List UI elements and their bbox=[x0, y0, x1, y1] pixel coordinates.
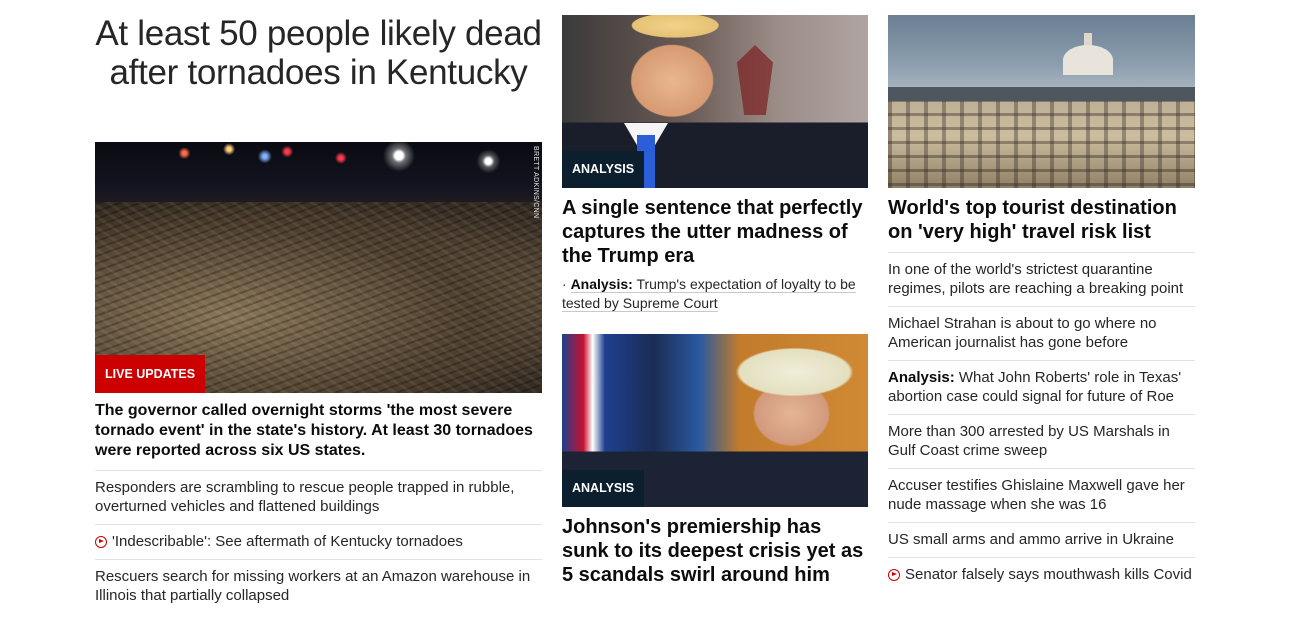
play-video-icon bbox=[888, 569, 900, 581]
right-link-pilots[interactable]: In one of the world's strictest quaranti… bbox=[888, 253, 1195, 307]
right-link-marshals[interactable]: More than 300 arrested by US Marshals in… bbox=[888, 415, 1195, 469]
right-headline-list: In one of the world's strictest quaranti… bbox=[888, 252, 1195, 592]
lead-summary[interactable]: The governor called overnight storms 'th… bbox=[95, 393, 542, 471]
right-link-strahan[interactable]: Michael Strahan is about to go where no … bbox=[888, 307, 1195, 361]
trump-sublink[interactable]: Analysis: Trump's expectation of loyalty… bbox=[562, 276, 856, 312]
right-link-ukraine[interactable]: US small arms and ammo arrive in Ukraine bbox=[888, 523, 1195, 558]
lead-link-text: Responders are scrambling to rescue peop… bbox=[95, 479, 515, 515]
lead-headline[interactable]: At least 50 people likely dead after tor… bbox=[95, 14, 542, 142]
right-link-text: Senator falsely says mouthwash kills Cov… bbox=[905, 566, 1192, 583]
lead-link-text: 'Indescribable': See aftermath of Kentuc… bbox=[112, 533, 463, 550]
lead-link-text: Rescuers search for missing workers at a… bbox=[95, 568, 531, 604]
johnson-analysis-card: ANALYSIS Johnson's premiership has sunk … bbox=[562, 334, 868, 587]
lead-story: At least 50 people likely dead after tor… bbox=[95, 14, 542, 613]
trump-headline[interactable]: A single sentence that perfectly capture… bbox=[562, 188, 868, 268]
middle-column: ANALYSIS A single sentence that perfectl… bbox=[562, 15, 868, 587]
trump-subheadline: · Analysis: Trump's expectation of loyal… bbox=[562, 275, 868, 313]
right-link-mouthwash-video[interactable]: Senator falsely says mouthwash kills Cov… bbox=[888, 558, 1195, 592]
live-updates-badge[interactable]: LIVE UPDATES bbox=[95, 354, 206, 393]
background-emblem bbox=[737, 45, 773, 115]
travel-risk-headline[interactable]: World's top tourist destination on 'very… bbox=[888, 188, 1195, 244]
analysis-badge[interactable]: ANALYSIS bbox=[562, 469, 645, 507]
bullet: · bbox=[562, 276, 571, 292]
right-link-roberts[interactable]: Analysis: What John Roberts' role in Tex… bbox=[888, 361, 1195, 415]
lead-link-rescue[interactable]: Responders are scrambling to rescue peop… bbox=[95, 471, 542, 525]
basilica-dome bbox=[1063, 45, 1113, 75]
image-credit: BRETT ADKINS/CNN bbox=[532, 146, 539, 219]
right-link-text: More than 300 arrested by US Marshals in… bbox=[888, 423, 1170, 459]
paris-skyline-photo[interactable] bbox=[888, 15, 1195, 188]
lead-link-aftermath-video[interactable]: 'Indescribable': See aftermath of Kentuc… bbox=[95, 525, 542, 560]
right-link-text: In one of the world's strictest quaranti… bbox=[888, 261, 1184, 297]
right-link-text: Michael Strahan is about to go where no … bbox=[888, 315, 1157, 351]
lead-link-amazon[interactable]: Rescuers search for missing workers at a… bbox=[95, 560, 542, 613]
analysis-prefix: Analysis: bbox=[570, 276, 633, 292]
johnson-photo[interactable]: ANALYSIS bbox=[562, 334, 868, 507]
trump-photo[interactable]: ANALYSIS bbox=[562, 15, 868, 188]
trump-analysis-card: ANALYSIS A single sentence that perfectl… bbox=[562, 15, 868, 313]
analysis-badge[interactable]: ANALYSIS bbox=[562, 150, 645, 188]
lead-related-links: Responders are scrambling to rescue peop… bbox=[95, 471, 542, 613]
play-video-icon bbox=[95, 536, 107, 548]
right-column: World's top tourist destination on 'very… bbox=[888, 15, 1195, 592]
johnson-headline[interactable]: Johnson's premiership has sunk to its de… bbox=[562, 507, 868, 587]
analysis-prefix: Analysis: bbox=[888, 369, 955, 386]
rooftops bbox=[888, 87, 1195, 101]
right-link-maxwell[interactable]: Accuser testifies Ghislaine Maxwell gave… bbox=[888, 469, 1195, 523]
lead-image[interactable]: BRETT ADKINS/CNN LIVE UPDATES bbox=[95, 142, 542, 393]
right-link-text: Accuser testifies Ghislaine Maxwell gave… bbox=[888, 477, 1185, 513]
right-link-text: US small arms and ammo arrive in Ukraine bbox=[888, 531, 1174, 548]
